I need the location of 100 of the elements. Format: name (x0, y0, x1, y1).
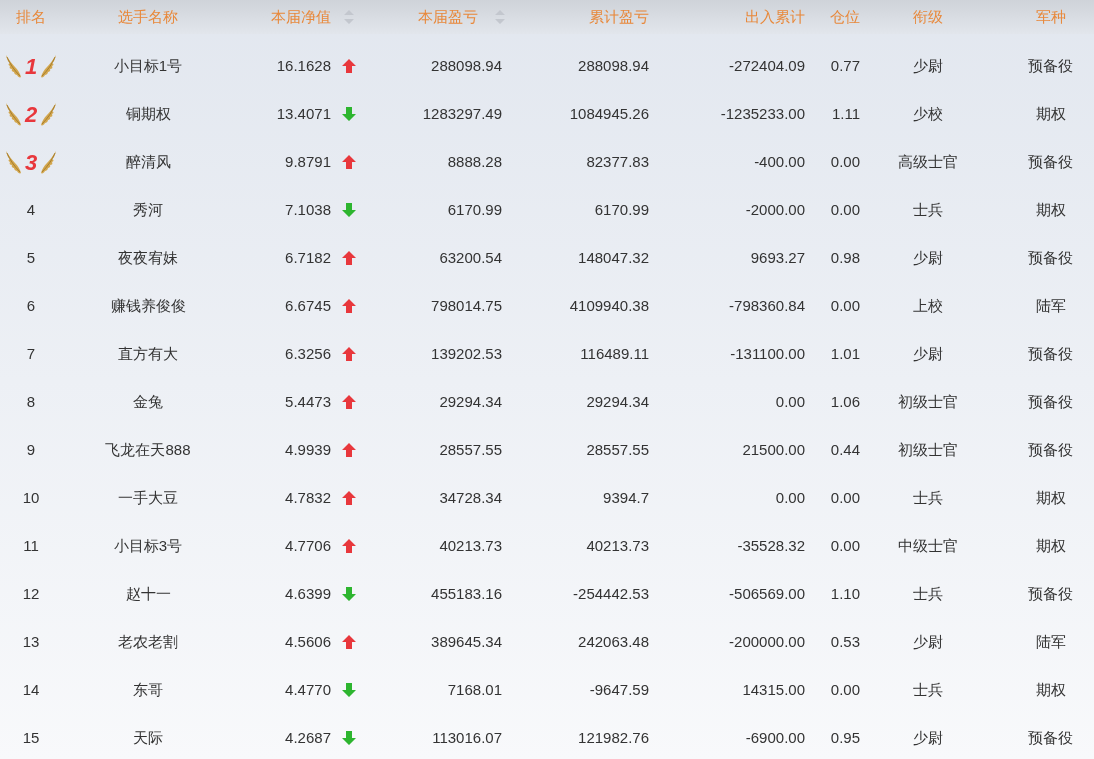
table-cell-text: 28557.55 (439, 439, 502, 460)
table-cell-text: -400.00 (754, 151, 805, 172)
rank-number: 7 (26, 343, 36, 364)
player-name: 小目标3号 (113, 535, 183, 556)
table-cell-text: 116489.11 (580, 343, 649, 364)
wing-icon (41, 53, 58, 79)
table-cell-text: 9693.27 (750, 247, 805, 268)
table-cell-text: 29294.34 (586, 391, 649, 412)
net-value: 7.1038 (285, 199, 331, 220)
net-value: 6.6745 (285, 295, 331, 316)
net-value: 4.5606 (285, 631, 331, 652)
wing-icon (41, 101, 58, 127)
table-cell-text: 21500.00 (742, 439, 805, 460)
net-value: 16.1628 (276, 55, 331, 76)
table-cell-text: 士兵 (913, 487, 943, 508)
rank-number: 15 (22, 727, 40, 748)
table-cell-text: 113016.07 (432, 727, 502, 748)
table-cell-text: 期权 (1035, 535, 1066, 556)
table-cell-text: 预备役 (1028, 343, 1073, 364)
table-cell-text: 中级士官 (898, 535, 958, 556)
table-cell-text: 预备役 (1028, 439, 1073, 460)
table-cell-text: 40213.73 (439, 535, 502, 556)
sort-icon[interactable] (495, 10, 505, 24)
player-name: 金兔 (133, 391, 163, 412)
rank-number: 14 (22, 679, 40, 700)
table-cell-text: 139202.53 (431, 343, 502, 364)
wing-icon (4, 101, 21, 127)
net-value: 4.6399 (285, 583, 331, 604)
table-cell-text: 34728.34 (439, 487, 502, 508)
rank-number: 1 (23, 52, 39, 81)
table-cell-text: 121982.76 (578, 727, 649, 748)
net-value: 13.4071 (276, 103, 331, 124)
table-cell-text: 1084945.26 (569, 103, 649, 124)
table-cell-text: 预备役 (1028, 583, 1073, 604)
table-cell-text: 陆军 (1035, 631, 1066, 652)
table-cell-text: 82377.83 (586, 151, 649, 172)
table-cell-text: 初级士官 (898, 439, 958, 460)
table-cell-text: 期权 (1035, 199, 1066, 220)
table-cell-text: 少尉 (913, 247, 943, 268)
net-value: 9.8791 (285, 151, 331, 172)
table-cell-text: 0.00 (775, 487, 805, 508)
table-cell-text: 预备役 (1028, 55, 1073, 76)
table-cell-text: 1.01 (830, 343, 860, 364)
player-name: 老农老割 (118, 631, 178, 652)
sort-icon[interactable] (344, 10, 354, 24)
table-cell-text: 14315.00 (742, 679, 805, 700)
net-value: 4.7706 (285, 535, 331, 556)
rank-number: 6 (26, 295, 36, 316)
net-value: 4.2687 (285, 727, 331, 748)
table-cell-text: -254442.53 (573, 583, 649, 604)
table-cell-text: 29294.34 (439, 391, 502, 412)
rank-number: 3 (23, 148, 39, 177)
player-name: 一手大豆 (118, 487, 178, 508)
column-header: 排名 (16, 6, 46, 27)
column-header: 军种 (1035, 6, 1066, 27)
column-header: 出入累计 (745, 6, 805, 27)
column-header[interactable]: 本届净值 (271, 5, 331, 29)
table-cell-text: -506569.00 (729, 583, 805, 604)
column-header: 仓位 (830, 6, 860, 27)
player-name: 赵十一 (125, 583, 171, 604)
table-cell-text: 0.00 (830, 679, 860, 700)
net-value: 6.7182 (285, 247, 331, 268)
table-cell-text: 242063.48 (578, 631, 649, 652)
table-cell-text: -35528.32 (737, 535, 805, 556)
rank-number: 4 (26, 199, 36, 220)
wing-icon (4, 53, 21, 79)
table-cell-text: 预备役 (1028, 151, 1073, 172)
table-cell-text: 389645.34 (431, 631, 502, 652)
table-cell-text: 少尉 (913, 55, 943, 76)
table-cell-text: 0.00 (830, 487, 860, 508)
table-cell-text: 0.95 (830, 727, 860, 748)
player-name: 夜夜宥妹 (118, 247, 178, 268)
rank-number: 8 (26, 391, 36, 412)
table-cell-text: -6900.00 (745, 727, 805, 748)
column-header: 累计盈亏 (589, 6, 649, 27)
table-cell-text: 0.00 (830, 199, 860, 220)
net-value: 5.4473 (285, 391, 331, 412)
table-cell-text: 8888.28 (447, 151, 502, 172)
column-header[interactable]: 本届盈亏 (418, 5, 478, 29)
table-cell-text: 少尉 (913, 727, 943, 748)
table-cell-text: 6170.99 (447, 199, 502, 220)
table-cell-text: 28557.55 (586, 439, 649, 460)
player-name: 飞龙在天888 (105, 439, 191, 460)
table-cell-text: 0.98 (830, 247, 860, 268)
table-cell-text: 63200.54 (439, 247, 502, 268)
table-cell-text: -2000.00 (745, 199, 805, 220)
table-cell-text: 798014.75 (431, 295, 502, 316)
table-cell-text: -1235233.00 (720, 103, 805, 124)
player-name: 醉清风 (125, 151, 171, 172)
table-cell-text: 1283297.49 (422, 103, 502, 124)
table-cell-text: 上校 (913, 295, 943, 316)
table-cell-text: 1.06 (830, 391, 860, 412)
table-cell-text: 7168.01 (447, 679, 502, 700)
table-cell-text: 0.00 (830, 535, 860, 556)
player-name: 赚钱养俊俊 (110, 295, 186, 316)
table-cell-text: 148047.32 (578, 247, 649, 268)
player-name: 小目标1号 (113, 55, 183, 76)
rank-number: 12 (22, 583, 40, 604)
player-name: 天际 (133, 727, 163, 748)
table-cell-text: -798360.84 (729, 295, 805, 316)
